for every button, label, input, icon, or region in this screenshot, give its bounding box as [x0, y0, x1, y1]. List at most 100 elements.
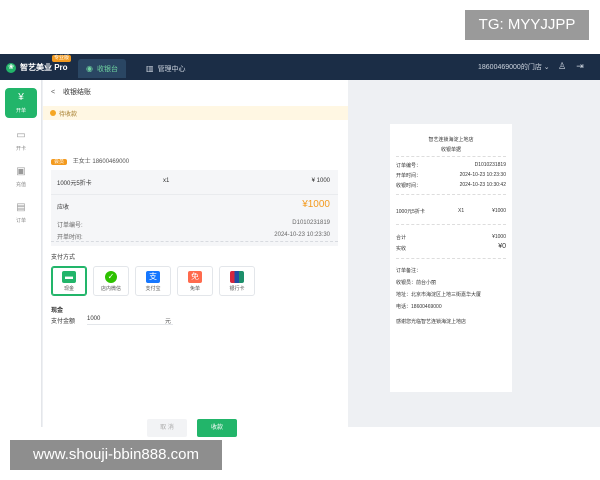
status-notice: 待收款 [43, 106, 348, 120]
watermark-bottom: www.shouji-bbin888.com [10, 440, 222, 470]
item-price: ¥ 1000 [311, 178, 330, 184]
order-no: D1010231819 [292, 220, 330, 226]
receipt-total: ¥1000 [492, 234, 506, 240]
receipt-pay-time-label: 收银时间： [396, 183, 422, 189]
receipt: 智艺连锁海淀上地店 收银单据 订单编号： D1010231819 开单时间： 2… [390, 124, 512, 392]
cancel-button[interactable]: 取 消 [147, 419, 187, 437]
pay-option-label: 银行卡 [229, 286, 245, 292]
receipt-item-price: ¥1000 [492, 208, 506, 214]
receipt-phone: 电话：18600469000 [396, 303, 442, 310]
cash-icon: ▬ [62, 271, 76, 283]
chart-icon: ▥ [146, 64, 154, 73]
brand: ❀ 智艺美业 Pro 专业版 [6, 55, 72, 74]
receipt-item-qty: X1 [458, 208, 465, 214]
pay-option-wechat[interactable]: ✓ 店内微信 [93, 266, 129, 296]
card-icon: ▭ [16, 130, 26, 141]
receipt-cashier-name: 前台小丽 [416, 280, 437, 286]
page-title: 收银结账 [63, 89, 92, 96]
pay-option-alipay[interactable]: 支 支付宝 [135, 266, 171, 296]
free-icon: 免 [188, 271, 202, 283]
receipt-paid-label: 实收 [396, 246, 407, 252]
receipt-open-time: 2024-10-23 10:23:30 [459, 172, 506, 178]
sidebar-item-orders[interactable]: ▤ 订单 [5, 202, 37, 224]
member-info: 会员 王女士 18600469000 [51, 156, 129, 165]
receipt-remark-label: 订单备注： [396, 268, 422, 274]
receipt-footer: 感谢您光临智艺连锁海淀上地店 [396, 319, 467, 325]
sidebar-item-recharge[interactable]: ▣ 充值 [5, 166, 37, 188]
receipt-item-name: 1000元5折卡 [396, 209, 425, 215]
order-icon: ▤ [16, 202, 26, 213]
receipt-order-no: D1010231819 [474, 162, 506, 168]
open-time: 2024-10-23 10:23:30 [274, 232, 330, 238]
amount-input[interactable]: 1000 [87, 314, 173, 325]
checkout-panel: < 收银结账 待收款 会员 王女士 18600469000 1000元5折卡 x… [43, 80, 348, 437]
pay-option-bankcard[interactable]: 银行卡 [219, 266, 255, 296]
back-arrow-icon[interactable]: < [51, 89, 55, 96]
divider [396, 224, 506, 225]
receipt-title: 收银单据 [440, 147, 461, 153]
wallet-icon: ▣ [16, 166, 26, 177]
breadcrumb: < 收银结账 [51, 87, 91, 97]
store-name: 18600469000的门店 [478, 64, 542, 71]
receipt-phone-label: 电话： [396, 304, 412, 310]
tab-cashier-label: 收银台 [96, 65, 118, 73]
yen-icon: ¥ [18, 92, 24, 103]
page: TG: MYYJJPP ❀ 智艺美业 Pro 专业版 ◉ 收银台 ▥ 管理中心 … [0, 0, 600, 480]
member-name: 王女士 [72, 159, 91, 165]
item-name: 1000元5折卡 [57, 181, 92, 187]
pay-option-label: 免单 [189, 286, 200, 292]
sidebar-item-label: 订单 [15, 218, 26, 224]
divider [51, 194, 338, 195]
receipt-address-value: 北京市海淀区上地三街嘉华大厦 [411, 292, 482, 298]
receipt-open-time-label: 开单时间： [396, 173, 422, 179]
tab-cashier[interactable]: ◉ 收银台 [78, 59, 126, 78]
chevron-down-icon: ⌄ [543, 64, 550, 71]
member-badge: 会员 [51, 159, 68, 165]
confirm-payment-button[interactable]: 收款 [197, 419, 237, 437]
order-no-label: 订单编号: [57, 223, 83, 229]
edition-badge: 专业版 [52, 55, 72, 62]
receipt-order-no-label: 订单编号： [396, 163, 422, 169]
member-phone: 18600469000 [92, 159, 130, 165]
sidebar-item-card[interactable]: ▭ 开卡 [5, 130, 37, 152]
cash-section-title: 现金 [51, 308, 64, 314]
alipay-icon: 支 [146, 271, 160, 283]
pay-option-free[interactable]: 免 免单 [177, 266, 213, 296]
brand-name: 智艺美业 Pro [20, 63, 68, 72]
pay-option-label: 支付宝 [145, 286, 161, 292]
amount-label: 支付金额 [51, 319, 76, 325]
due-amount: ¥1000 [302, 199, 330, 210]
payment-title: 支付方式 [51, 255, 76, 261]
sidebar-item-label: 充值 [15, 182, 26, 188]
logout-icon[interactable]: ⇥ [574, 60, 586, 72]
order-summary: 1000元5折卡 x1 ¥ 1000 应收 ¥1000 订单编号: D10102… [51, 170, 338, 246]
divider [396, 258, 506, 259]
unionpay-icon [230, 271, 244, 283]
due-label: 应收 [57, 205, 70, 211]
receipt-cashier-label: 收银员： [396, 280, 417, 286]
receipt-total-label: 合计 [396, 235, 407, 241]
pay-option-label: 店内微信 [100, 286, 121, 292]
tab-management[interactable]: ▥ 管理中心 [138, 59, 194, 78]
status-text: 待收款 [59, 112, 78, 118]
receipt-pay-time: 2024-10-23 10:30:42 [459, 182, 506, 188]
tab-management-label: 管理中心 [157, 65, 186, 73]
sidebar-item-billing[interactable]: ¥ 开单 [5, 88, 37, 118]
receipt-paid: ¥0 [498, 243, 506, 250]
user-icon[interactable]: ♙ [556, 60, 568, 72]
pay-option-cash[interactable]: ▬ 现金 [51, 266, 87, 296]
divider [396, 194, 506, 195]
receipt-phone-value: 18600469000 [411, 304, 442, 310]
receipt-cashier: 收银员：前台小丽 [396, 279, 436, 286]
wechat-icon: ✓ [105, 271, 117, 283]
watermark-top: TG: MYYJJPP [465, 10, 589, 40]
sidebar-item-label: 开单 [15, 108, 26, 114]
open-time-label: 开单时间: [57, 235, 83, 241]
divider [396, 156, 506, 157]
divider [51, 241, 338, 242]
store-selector[interactable]: 18600469000的门店 ⌄ [478, 62, 550, 72]
top-bar: ❀ 智艺美业 Pro 专业版 ◉ 收银台 ▥ 管理中心 18600469000的… [0, 54, 600, 80]
receipt-address-label: 地址： [396, 292, 412, 298]
item-quantity: x1 [163, 178, 170, 184]
sidebar: ¥ 开单 ▭ 开卡 ▣ 充值 ▤ 订单 [0, 80, 42, 427]
